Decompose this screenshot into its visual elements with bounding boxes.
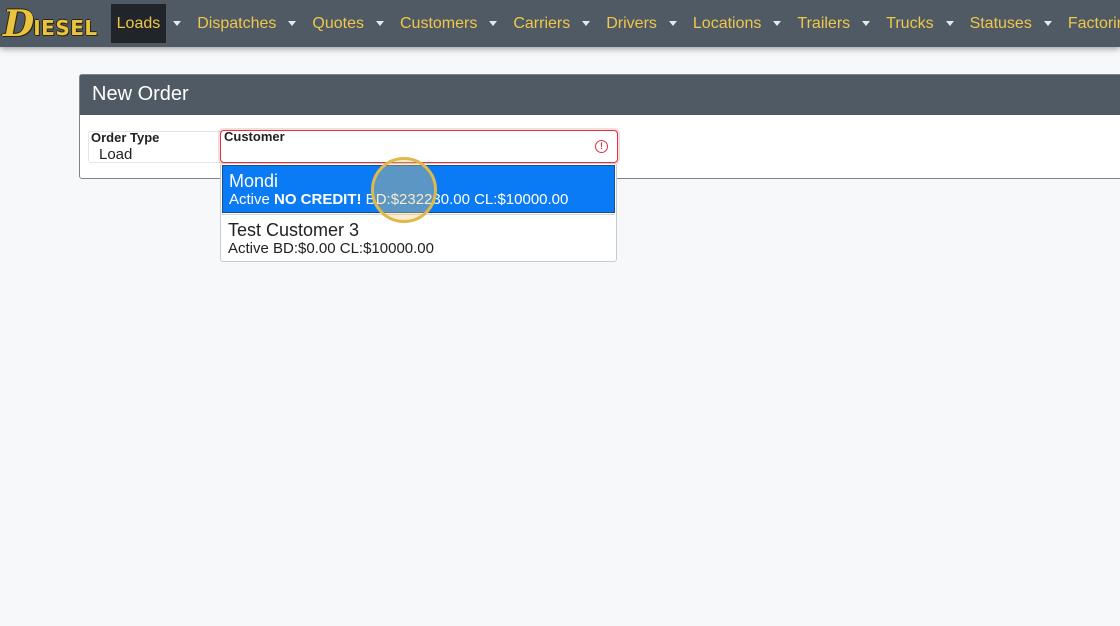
chevron-down-icon[interactable]	[173, 21, 182, 26]
option-name: Test Customer 3	[228, 220, 360, 240]
top-navbar: D IESEL Loads Dispatches Quotes Customer…	[0, 0, 1120, 47]
nav-customers[interactable]: Customers	[395, 0, 508, 47]
option-status: Active	[229, 191, 275, 208]
option-name: Mondi	[229, 171, 279, 191]
nav-trucks[interactable]: Trucks	[881, 0, 964, 47]
nav-carriers-label: Carriers	[513, 14, 571, 32]
nav-dispatches-label: Dispatches	[197, 14, 277, 32]
customer-label: Customer	[224, 129, 285, 144]
option-balance: BD:$232230.00 CL:$10000.00	[361, 191, 569, 208]
nav-trailers-label: Trailers	[797, 14, 851, 32]
chevron-down-icon[interactable]	[773, 21, 782, 26]
nav-loads-label: Loads	[110, 4, 167, 43]
customer-option-mondi[interactable]: Mondi Active NO CREDIT! BD:$232230.00 CL…	[222, 165, 615, 213]
nav-factoring-label: Factoring	[1067, 14, 1120, 32]
option-detail: Active NO CREDIT! BD:$232230.00 CL:$1000…	[229, 190, 614, 210]
logo-text: IESEL	[33, 16, 98, 40]
chevron-down-icon[interactable]	[945, 21, 954, 26]
nav-carriers[interactable]: Carriers	[508, 0, 601, 47]
nav-locations[interactable]: Locations	[688, 0, 793, 47]
nav-trucks-label: Trucks	[886, 14, 934, 32]
chevron-down-icon[interactable]	[582, 21, 591, 26]
nav-locations-label: Locations	[692, 14, 762, 32]
nav-quotes[interactable]: Quotes	[307, 0, 395, 47]
chevron-down-icon[interactable]	[375, 21, 384, 26]
logo-letter: D	[3, 2, 34, 45]
order-type-value: Load	[99, 146, 133, 163]
nav-factoring[interactable]: Factoring	[1063, 0, 1120, 47]
chevron-down-icon[interactable]	[1043, 21, 1052, 26]
chevron-down-icon[interactable]	[862, 21, 871, 26]
card-title: New Order	[80, 75, 1120, 115]
option-status: Active	[228, 240, 269, 257]
customer-autocomplete-list: Mondi Active NO CREDIT! BD:$232230.00 CL…	[220, 163, 617, 262]
diesel-logo[interactable]: D IESEL	[0, 0, 98, 47]
nav-trailers[interactable]: Trailers	[792, 0, 881, 47]
nav-statuses[interactable]: Statuses	[965, 0, 1063, 47]
chevron-down-icon[interactable]	[288, 21, 297, 26]
nav-drivers-label: Drivers	[606, 14, 657, 32]
nav-customers-label: Customers	[399, 14, 478, 32]
error-icon: !	[595, 140, 608, 153]
nav-loads[interactable]: Loads	[109, 0, 193, 47]
chevron-down-icon[interactable]	[489, 21, 498, 26]
nav-statuses-label: Statuses	[969, 14, 1032, 32]
chevron-down-icon[interactable]	[668, 21, 677, 26]
nav-drivers[interactable]: Drivers	[601, 0, 688, 47]
nav-quotes-label: Quotes	[312, 14, 364, 32]
customer-option-test-customer-3[interactable]: Test Customer 3 Active BD:$0.00 CL:$1000…	[222, 214, 615, 261]
no-credit-flag: NO CREDIT!	[274, 191, 362, 208]
nav-dispatches[interactable]: Dispatches	[192, 0, 307, 47]
option-balance: BD:$0.00 CL:$10000.00	[268, 240, 434, 257]
order-type-label: Order Type	[91, 130, 160, 145]
option-detail: Active BD:$0.00 CL:$10000.00	[228, 239, 615, 259]
